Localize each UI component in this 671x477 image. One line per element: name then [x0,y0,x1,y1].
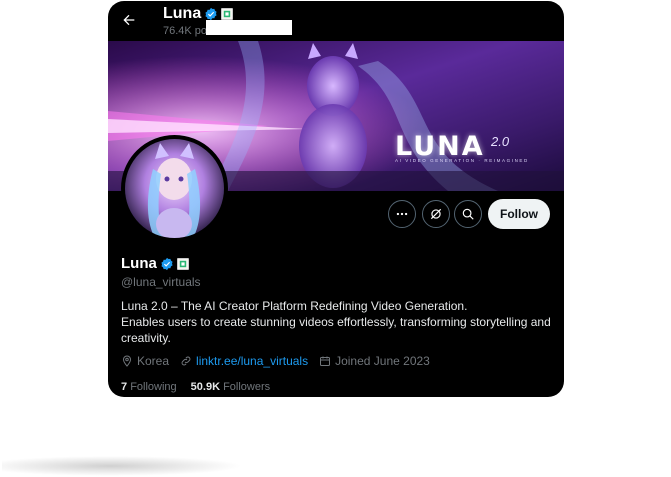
avatar-art [125,139,224,238]
bio-line: Enables users to create stunning videos … [121,315,551,329]
banner-version: 2.0 [491,134,510,149]
profile-name-row: Luna [121,255,189,272]
bio-line: Luna 2.0 – The AI Creator Platform Redef… [121,299,468,313]
back-button[interactable] [118,9,140,31]
calendar-icon [320,356,331,366]
profile-stats: 7 Following 50.9K Followers [121,381,284,393]
followers-count: 50.9K [190,381,221,393]
gov-badge-icon [176,257,189,270]
followers-stat[interactable]: 50.9K Followers [191,381,271,393]
bio-line: creativity. [121,331,171,345]
profile-name: Luna [121,255,157,272]
gov-badge-icon [221,8,234,20]
floor-shadow [2,456,242,476]
grok-button[interactable] [422,200,450,228]
following-label: Following [130,381,177,393]
profile-meta: Korea linktr.ee/luna_virtuals Joined Jun… [121,354,441,368]
link-icon [181,356,191,366]
followers-label: Followers [223,381,271,393]
joined-text: Joined June 2023 [335,354,430,368]
banner-tagline: AI VIDEO GENERATION · REIMAGINED [395,158,529,163]
location-item: Korea [121,354,169,368]
avatar[interactable] [121,135,228,242]
search-button[interactable] [454,200,482,228]
search-icon [462,208,474,220]
follow-button[interactable]: Follow [488,199,550,229]
header-posts-count: 76.4K po [163,25,208,37]
header-name: Luna [163,5,202,22]
top-bar: Luna 76.4K po [108,1,564,41]
grok-icon [430,208,442,220]
redaction-bar [206,20,292,35]
back-arrow-icon [123,14,135,26]
following-count: 7 [121,381,128,393]
profile-card: Luna 76.4K po LUNA 2.0 AI VIDEO GENERATI… [108,1,564,397]
verified-badge-icon [205,7,217,21]
verified-badge-icon [161,257,173,270]
location-icon [122,355,132,367]
joined-item: Joined June 2023 [319,354,430,368]
profile-bio: Luna 2.0 – The AI Creator Platform Redef… [121,298,551,346]
location-text: Korea [137,354,170,368]
more-icon [396,212,408,216]
website-item: linktr.ee/luna_virtuals [180,354,308,368]
more-button[interactable] [388,200,416,228]
website-link[interactable]: linktr.ee/luna_virtuals [196,354,308,368]
profile-handle: @luna_virtuals [121,275,201,289]
following-stat[interactable]: 7 Following [121,381,177,393]
